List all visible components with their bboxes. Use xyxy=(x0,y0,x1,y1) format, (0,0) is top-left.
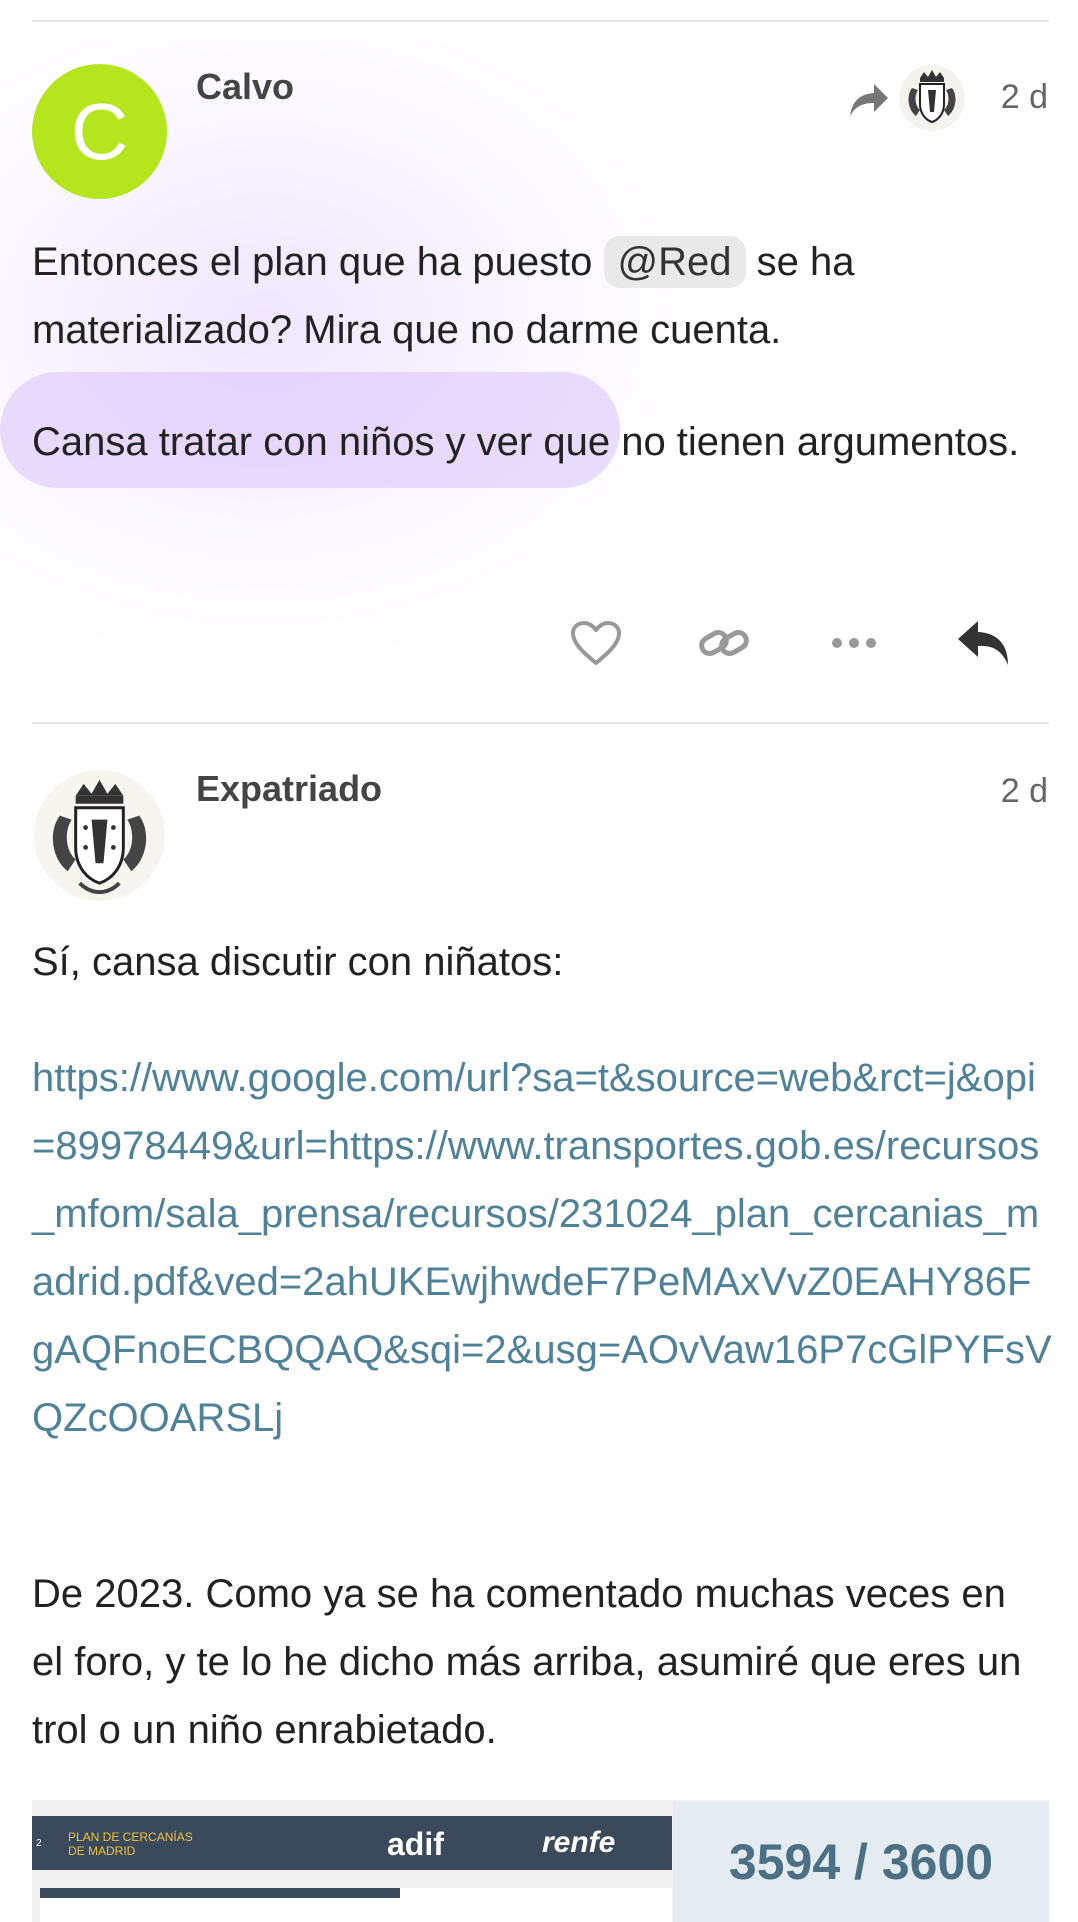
post-divider xyxy=(32,722,1049,724)
embed-progress-line xyxy=(40,1888,400,1898)
post-paragraph: Cansa tratar con niños y ver que no tien… xyxy=(32,420,1020,464)
post-counter[interactable]: 3594 / 3600 xyxy=(673,1802,1049,1922)
top-divider xyxy=(32,20,1049,22)
copy-link-button[interactable] xyxy=(694,615,754,671)
reply-icon xyxy=(958,621,1008,665)
heart-icon xyxy=(571,621,621,665)
adif-logo: adif xyxy=(387,1826,444,1862)
more-options-button[interactable] xyxy=(824,615,884,671)
more-icon xyxy=(832,638,876,648)
username[interactable]: Expatriado xyxy=(196,768,382,810)
like-button[interactable] xyxy=(566,615,626,671)
renfe-logo: renfe xyxy=(542,1826,616,1859)
username[interactable]: Calvo xyxy=(196,66,294,108)
embed-title: PLAN DE CERCANÍAS DE MADRID xyxy=(68,1830,193,1858)
coat-of-arms-icon xyxy=(33,769,166,902)
post-paragraph: Sí, cansa discutir con niñatos: xyxy=(32,940,564,984)
embed-page-number: 2 xyxy=(36,1838,42,1849)
avatar[interactable]: C xyxy=(32,64,167,199)
share-arrow-icon xyxy=(850,84,888,116)
post-date[interactable]: 2 d xyxy=(1001,78,1048,117)
post-link[interactable]: https://www.google.com/url?sa=t&source=w… xyxy=(32,1044,1052,1452)
link-icon xyxy=(699,630,749,656)
post-paragraph: De 2023. Como ya se ha comentado muchas … xyxy=(32,1572,1022,1752)
reply-to-indicator[interactable] xyxy=(848,65,968,132)
coat-of-arms-icon xyxy=(899,65,965,131)
embed-header-bar: 2 PLAN DE CERCANÍAS DE MADRID adif renfe xyxy=(32,1816,672,1870)
user-mention[interactable]: @Red xyxy=(603,236,746,288)
post-text: Entonces el plan que ha puesto xyxy=(32,240,604,284)
avatar-letter: C xyxy=(70,86,129,176)
avatar[interactable] xyxy=(32,768,167,903)
post-date[interactable]: 2 d xyxy=(1001,772,1048,811)
post-body: Entonces el plan que ha puesto @Red se h… xyxy=(32,228,1032,364)
reply-button[interactable] xyxy=(954,615,1014,671)
